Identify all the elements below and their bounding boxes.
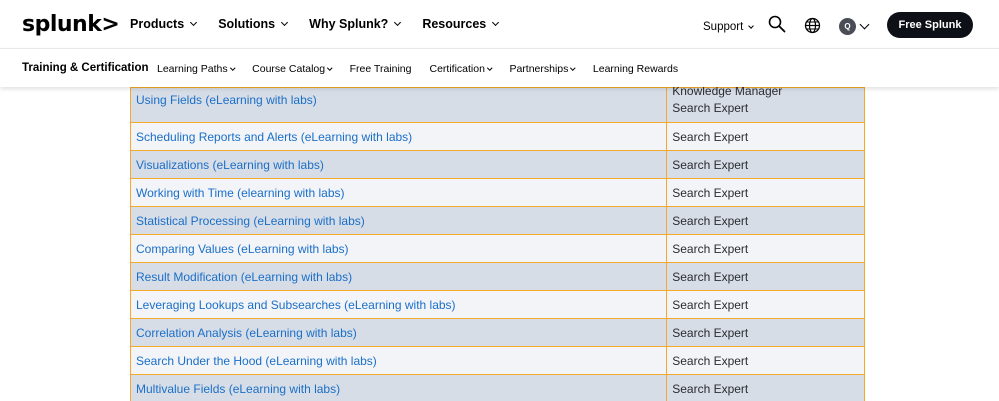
- role-text: Search Expert: [672, 101, 749, 115]
- chevron-down-icon: [229, 65, 235, 71]
- chevron-down-icon: [492, 18, 500, 27]
- table-row: Search Under the Hood (eLearning with la…: [129, 346, 865, 375]
- table-row: Leveraging Lookups and Subsearches (eLea…: [129, 290, 865, 319]
- chevron-down-icon: [394, 18, 402, 27]
- table-row: Visualizations (eLearning with labs) Sea…: [129, 150, 865, 179]
- role-cell: Search Expert: [666, 374, 865, 401]
- chevron-down-icon: [487, 65, 493, 71]
- table-row: Result Modification (eLearning with labs…: [129, 262, 865, 291]
- subnav-item-label: Learning Paths: [157, 63, 228, 75]
- subnav-item-learning-paths[interactable]: Learning Paths: [157, 63, 235, 75]
- course-link[interactable]: Comparing Values (eLearning with labs): [129, 234, 668, 263]
- course-link[interactable]: Correlation Analysis (eLearning with lab…: [129, 318, 668, 347]
- role-cell: Search Expert: [666, 262, 865, 291]
- role-cell: Search Expert: [666, 346, 865, 375]
- chevron-down-icon: [748, 22, 755, 29]
- course-link[interactable]: Search Under the Hood (eLearning with la…: [129, 346, 668, 375]
- subnav-menu: Learning Paths Course Catalog Free Train…: [157, 63, 696, 75]
- table-row: Multivalue Fields (eLearning with labs) …: [129, 374, 865, 401]
- chevron-down-icon: [190, 18, 198, 27]
- subnav-item-label: Course Catalog: [252, 63, 326, 75]
- main-menu: Products Solutions Why Splunk? Resources: [130, 17, 520, 31]
- table-row: Working with Time (elearning with labs) …: [129, 178, 865, 207]
- role-cell: Knowledge Manager Search Expert: [666, 84, 865, 123]
- course-link[interactable]: Visualizations (eLearning with labs): [129, 150, 668, 179]
- course-link[interactable]: Result Modification (eLearning with labs…: [129, 262, 668, 291]
- sub-navigation: Training & Certification Learning Paths …: [0, 48, 999, 87]
- course-link[interactable]: Scheduling Reports and Alerts (eLearning…: [129, 122, 668, 151]
- subnav-item-course-catalog[interactable]: Course Catalog: [252, 63, 333, 75]
- support-menu[interactable]: Support: [703, 21, 755, 33]
- table-row: Scheduling Reports and Alerts (eLearning…: [129, 122, 865, 151]
- chevron-down-icon[interactable]: [859, 19, 870, 30]
- chevron-down-icon: [281, 18, 289, 27]
- course-link[interactable]: Leveraging Lookups and Subsearches (eLea…: [129, 290, 668, 319]
- chevron-down-icon: [570, 65, 576, 71]
- subnav-item-label: Certification: [429, 63, 485, 75]
- top-navigation: splunk> Products Solutions Why Splunk? R…: [0, 0, 999, 48]
- role-cell: Search Expert: [666, 234, 865, 263]
- table-row: Correlation Analysis (eLearning with lab…: [129, 318, 865, 347]
- chevron-down-icon: [327, 65, 333, 71]
- subnav-item-label: Partnerships: [509, 63, 569, 75]
- table-row: Using Fields (eLearning with labs) Knowl…: [129, 84, 865, 123]
- menu-label: Why Splunk?: [309, 17, 389, 31]
- role-cell: Search Expert: [666, 206, 865, 235]
- role-cell: Search Expert: [666, 318, 865, 347]
- course-link[interactable]: Using Fields (eLearning with labs): [129, 87, 668, 123]
- course-link[interactable]: Statistical Processing (eLearning with l…: [129, 206, 668, 235]
- table-row: Comparing Values (eLearning with labs) S…: [129, 234, 865, 263]
- role-cell: Search Expert: [666, 150, 865, 179]
- menu-why-splunk[interactable]: Why Splunk?: [309, 17, 402, 31]
- search-icon[interactable]: [768, 15, 786, 33]
- menu-solutions[interactable]: Solutions: [218, 17, 289, 31]
- subnav-item-learning-rewards[interactable]: Learning Rewards: [593, 63, 678, 75]
- menu-label: Solutions: [218, 17, 276, 31]
- menu-label: Resources: [422, 17, 487, 31]
- course-link[interactable]: Multivalue Fields (eLearning with labs): [129, 374, 668, 401]
- menu-products[interactable]: Products: [130, 17, 198, 31]
- subnav-title[interactable]: Training & Certification: [22, 62, 149, 74]
- menu-label: Products: [130, 17, 185, 31]
- subnav-item-label: Learning Rewards: [592, 63, 679, 75]
- role-cell: Search Expert: [666, 178, 865, 207]
- free-splunk-button[interactable]: Free Splunk: [887, 12, 973, 38]
- globe-icon[interactable]: [804, 17, 821, 34]
- course-table: Using Fields (eLearning with labs) Knowl…: [129, 84, 865, 401]
- course-link[interactable]: Working with Time (elearning with labs): [129, 178, 668, 207]
- subnav-item-free-training[interactable]: Free Training: [350, 63, 412, 75]
- subnav-item-certification[interactable]: Certification: [429, 63, 493, 75]
- subnav-item-label: Free Training: [349, 63, 412, 75]
- support-label: Support: [703, 21, 744, 33]
- subnav-item-partnerships[interactable]: Partnerships: [509, 63, 576, 75]
- splunk-logo[interactable]: splunk>: [22, 12, 120, 37]
- menu-resources[interactable]: Resources: [422, 17, 500, 31]
- role-cell: Search Expert: [666, 290, 865, 319]
- avatar[interactable]: Q: [839, 18, 856, 35]
- table-row: Statistical Processing (eLearning with l…: [129, 206, 865, 235]
- role-cell: Search Expert: [666, 122, 865, 151]
